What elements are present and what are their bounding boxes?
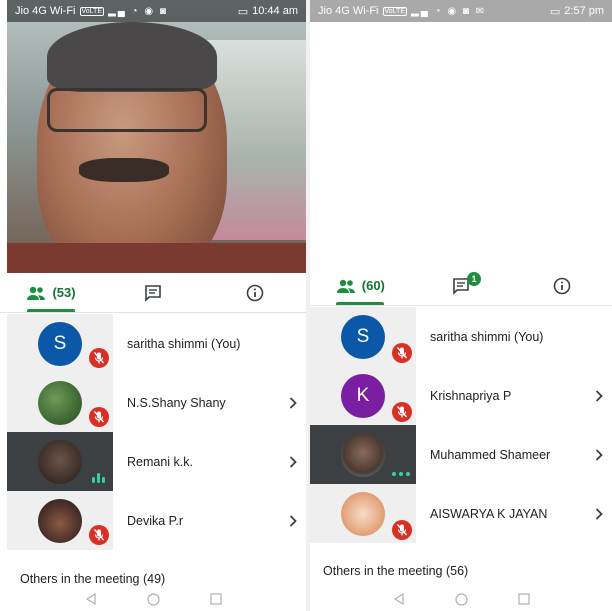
unread-badge: 1 bbox=[467, 272, 482, 286]
tab-info[interactable] bbox=[204, 273, 306, 312]
people-count: (60) bbox=[361, 278, 385, 293]
volte-badge: VoLTE bbox=[382, 6, 407, 16]
mic-off-icon bbox=[392, 402, 412, 422]
participant-tile: S bbox=[7, 314, 113, 373]
participant-name: Remani k.k. bbox=[127, 454, 193, 469]
others-in-meeting-label[interactable]: Others in the meeting (56) bbox=[323, 564, 468, 578]
participant-name: saritha shimmi (You) bbox=[127, 336, 241, 351]
carrier-label: Jio 4G Wi-Fi bbox=[318, 5, 379, 17]
chevron-right-icon[interactable] bbox=[289, 396, 297, 409]
chevron-right-icon[interactable] bbox=[289, 455, 297, 468]
tab-people[interactable]: (53) bbox=[0, 273, 102, 312]
avatar bbox=[341, 432, 385, 477]
chevron-right-icon[interactable] bbox=[289, 514, 297, 527]
recents-icon[interactable] bbox=[517, 593, 530, 605]
mic-off-icon bbox=[89, 348, 109, 368]
participant-row[interactable]: Devika P.r bbox=[0, 491, 306, 550]
tab-chat[interactable]: 1 bbox=[411, 266, 512, 305]
signal-icon: ▂▄ ◔ ◉ ◙ bbox=[108, 5, 168, 17]
tab-chat[interactable] bbox=[102, 273, 204, 312]
tab-bar: (60) 1 bbox=[310, 266, 612, 306]
chevron-right-icon[interactable] bbox=[595, 448, 603, 461]
avatar: S bbox=[341, 314, 385, 359]
speaker-video[interactable] bbox=[7, 0, 306, 273]
volte-badge: VoLTE bbox=[79, 6, 104, 16]
status-time: 2:57 pm bbox=[564, 5, 604, 17]
mic-off-icon bbox=[89, 407, 109, 427]
info-icon bbox=[553, 277, 570, 294]
participant-row[interactable]: N.S.Shany Shany bbox=[0, 373, 306, 432]
participant-list: S saritha shimmi (You) N.S.Shany Shany R… bbox=[0, 314, 306, 550]
participant-name: Devika P.r bbox=[127, 513, 184, 528]
participant-row[interactable]: S saritha shimmi (You) bbox=[0, 314, 306, 373]
avatar: S bbox=[38, 321, 82, 366]
recents-icon[interactable] bbox=[209, 593, 222, 605]
status-bar: Jio 4G Wi-Fi VoLTE ▂▄ ◔ ◉ ◙ ✉ ▭ 2:57 pm bbox=[310, 0, 612, 22]
avatar bbox=[38, 380, 82, 425]
carrier-label: Jio 4G Wi-Fi bbox=[15, 5, 76, 17]
participant-name: saritha shimmi (You) bbox=[430, 329, 544, 344]
home-icon[interactable] bbox=[454, 592, 468, 606]
mic-off-icon bbox=[392, 343, 412, 363]
participant-name: AISWARYA K JAYAN bbox=[430, 506, 548, 521]
participant-tile bbox=[7, 373, 113, 432]
speaking-indicator-icon bbox=[392, 472, 410, 476]
android-nav-bar bbox=[0, 589, 306, 609]
participant-tile bbox=[7, 432, 113, 491]
participant-row[interactable]: K Krishnapriya P bbox=[310, 366, 612, 425]
status-time: 10:44 am bbox=[252, 5, 298, 17]
participant-row[interactable]: Remani k.k. bbox=[0, 432, 306, 491]
participant-tile: K bbox=[310, 366, 416, 425]
home-icon[interactable] bbox=[146, 592, 160, 606]
tab-bar: (53) bbox=[0, 273, 306, 313]
back-icon[interactable] bbox=[85, 593, 97, 605]
battery-icon: ▭ bbox=[549, 5, 561, 18]
speaking-indicator-icon bbox=[92, 473, 105, 483]
avatar bbox=[38, 439, 82, 484]
people-icon bbox=[336, 279, 355, 293]
avatar bbox=[341, 491, 385, 536]
participant-row[interactable]: S saritha shimmi (You) bbox=[310, 307, 612, 366]
info-icon bbox=[246, 284, 264, 301]
people-icon bbox=[27, 286, 46, 300]
participant-name: Krishnapriya P bbox=[430, 388, 512, 403]
participant-row[interactable]: AISWARYA K JAYAN bbox=[310, 484, 612, 543]
left-screenshot: Jio 4G Wi-Fi VoLTE ▂▄ ◔ ◉ ◙ ▭ 10:44 am (… bbox=[0, 0, 306, 611]
tab-people[interactable]: (60) bbox=[310, 266, 411, 305]
tab-info[interactable] bbox=[511, 266, 612, 305]
mic-off-icon bbox=[392, 520, 412, 540]
chat-icon bbox=[145, 284, 161, 302]
others-in-meeting-label[interactable]: Others in the meeting (49) bbox=[20, 572, 165, 586]
avatar bbox=[38, 498, 82, 543]
participant-tile: S bbox=[310, 307, 416, 366]
participant-name: Muhammed Shameer bbox=[430, 447, 551, 462]
back-icon[interactable] bbox=[393, 593, 405, 605]
signal-icon: ▂▄ ◔ ◉ ◙ ✉ bbox=[411, 5, 487, 17]
participant-row[interactable]: Muhammed Shameer bbox=[310, 425, 612, 484]
right-screenshot: Jio 4G Wi-Fi VoLTE ▂▄ ◔ ◉ ◙ ✉ ▭ 2:57 pm … bbox=[310, 0, 612, 611]
participant-tile bbox=[310, 425, 416, 484]
participant-tile bbox=[7, 491, 113, 550]
android-nav-bar bbox=[310, 589, 612, 609]
status-bar: Jio 4G Wi-Fi VoLTE ▂▄ ◔ ◉ ◙ ▭ 10:44 am bbox=[7, 0, 306, 22]
chevron-right-icon[interactable] bbox=[595, 507, 603, 520]
battery-icon: ▭ bbox=[237, 5, 249, 18]
participant-name: N.S.Shany Shany bbox=[127, 395, 226, 410]
participant-tile bbox=[310, 484, 416, 543]
mic-off-icon bbox=[89, 525, 109, 545]
participant-list: S saritha shimmi (You) K Krishnapriya P … bbox=[310, 307, 612, 543]
people-count: (53) bbox=[52, 285, 76, 300]
avatar: K bbox=[341, 373, 385, 418]
chevron-right-icon[interactable] bbox=[595, 389, 603, 402]
